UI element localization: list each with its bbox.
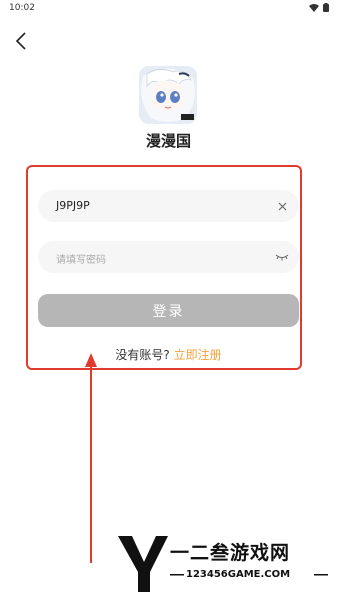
- password-placeholder: 请填写密码: [56, 255, 106, 266]
- watermark-rule-left: [170, 574, 184, 576]
- login-button[interactable]: 登录: [38, 294, 299, 327]
- watermark: 一二叁游戏网 123456GAME.COM: [118, 532, 333, 594]
- clear-button[interactable]: [275, 199, 289, 213]
- battery-icon: [323, 3, 329, 12]
- status-icons: [309, 3, 329, 12]
- toggle-password-button[interactable]: [275, 250, 289, 264]
- watermark-rule-right: [314, 574, 328, 576]
- register-link[interactable]: 立即注册: [174, 348, 222, 362]
- app-logo: [139, 66, 197, 124]
- account-value: J9PJ9P: [56, 199, 90, 212]
- watermark-logo-icon: [118, 536, 168, 592]
- register-prompt-text: 没有账号?: [115, 348, 170, 362]
- app-name: 漫漫国: [145, 132, 191, 150]
- status-time: 10:02: [9, 3, 35, 13]
- status-bar: 10:02: [0, 0, 337, 16]
- wifi-icon: [309, 3, 319, 12]
- chevron-left-icon: [15, 32, 26, 50]
- back-button[interactable]: [10, 30, 32, 52]
- watermark-title: 一二叁游戏网: [170, 542, 291, 564]
- register-prompt: 没有账号? 立即注册: [0, 346, 337, 363]
- password-field[interactable]: 请填写密码: [38, 241, 299, 273]
- annotation-arrow: [85, 353, 97, 563]
- eye-closed-icon: [275, 254, 289, 261]
- watermark-url: 123456GAME.COM: [186, 569, 291, 580]
- account-field[interactable]: J9PJ9P: [38, 190, 299, 222]
- clear-icon: [278, 202, 286, 210]
